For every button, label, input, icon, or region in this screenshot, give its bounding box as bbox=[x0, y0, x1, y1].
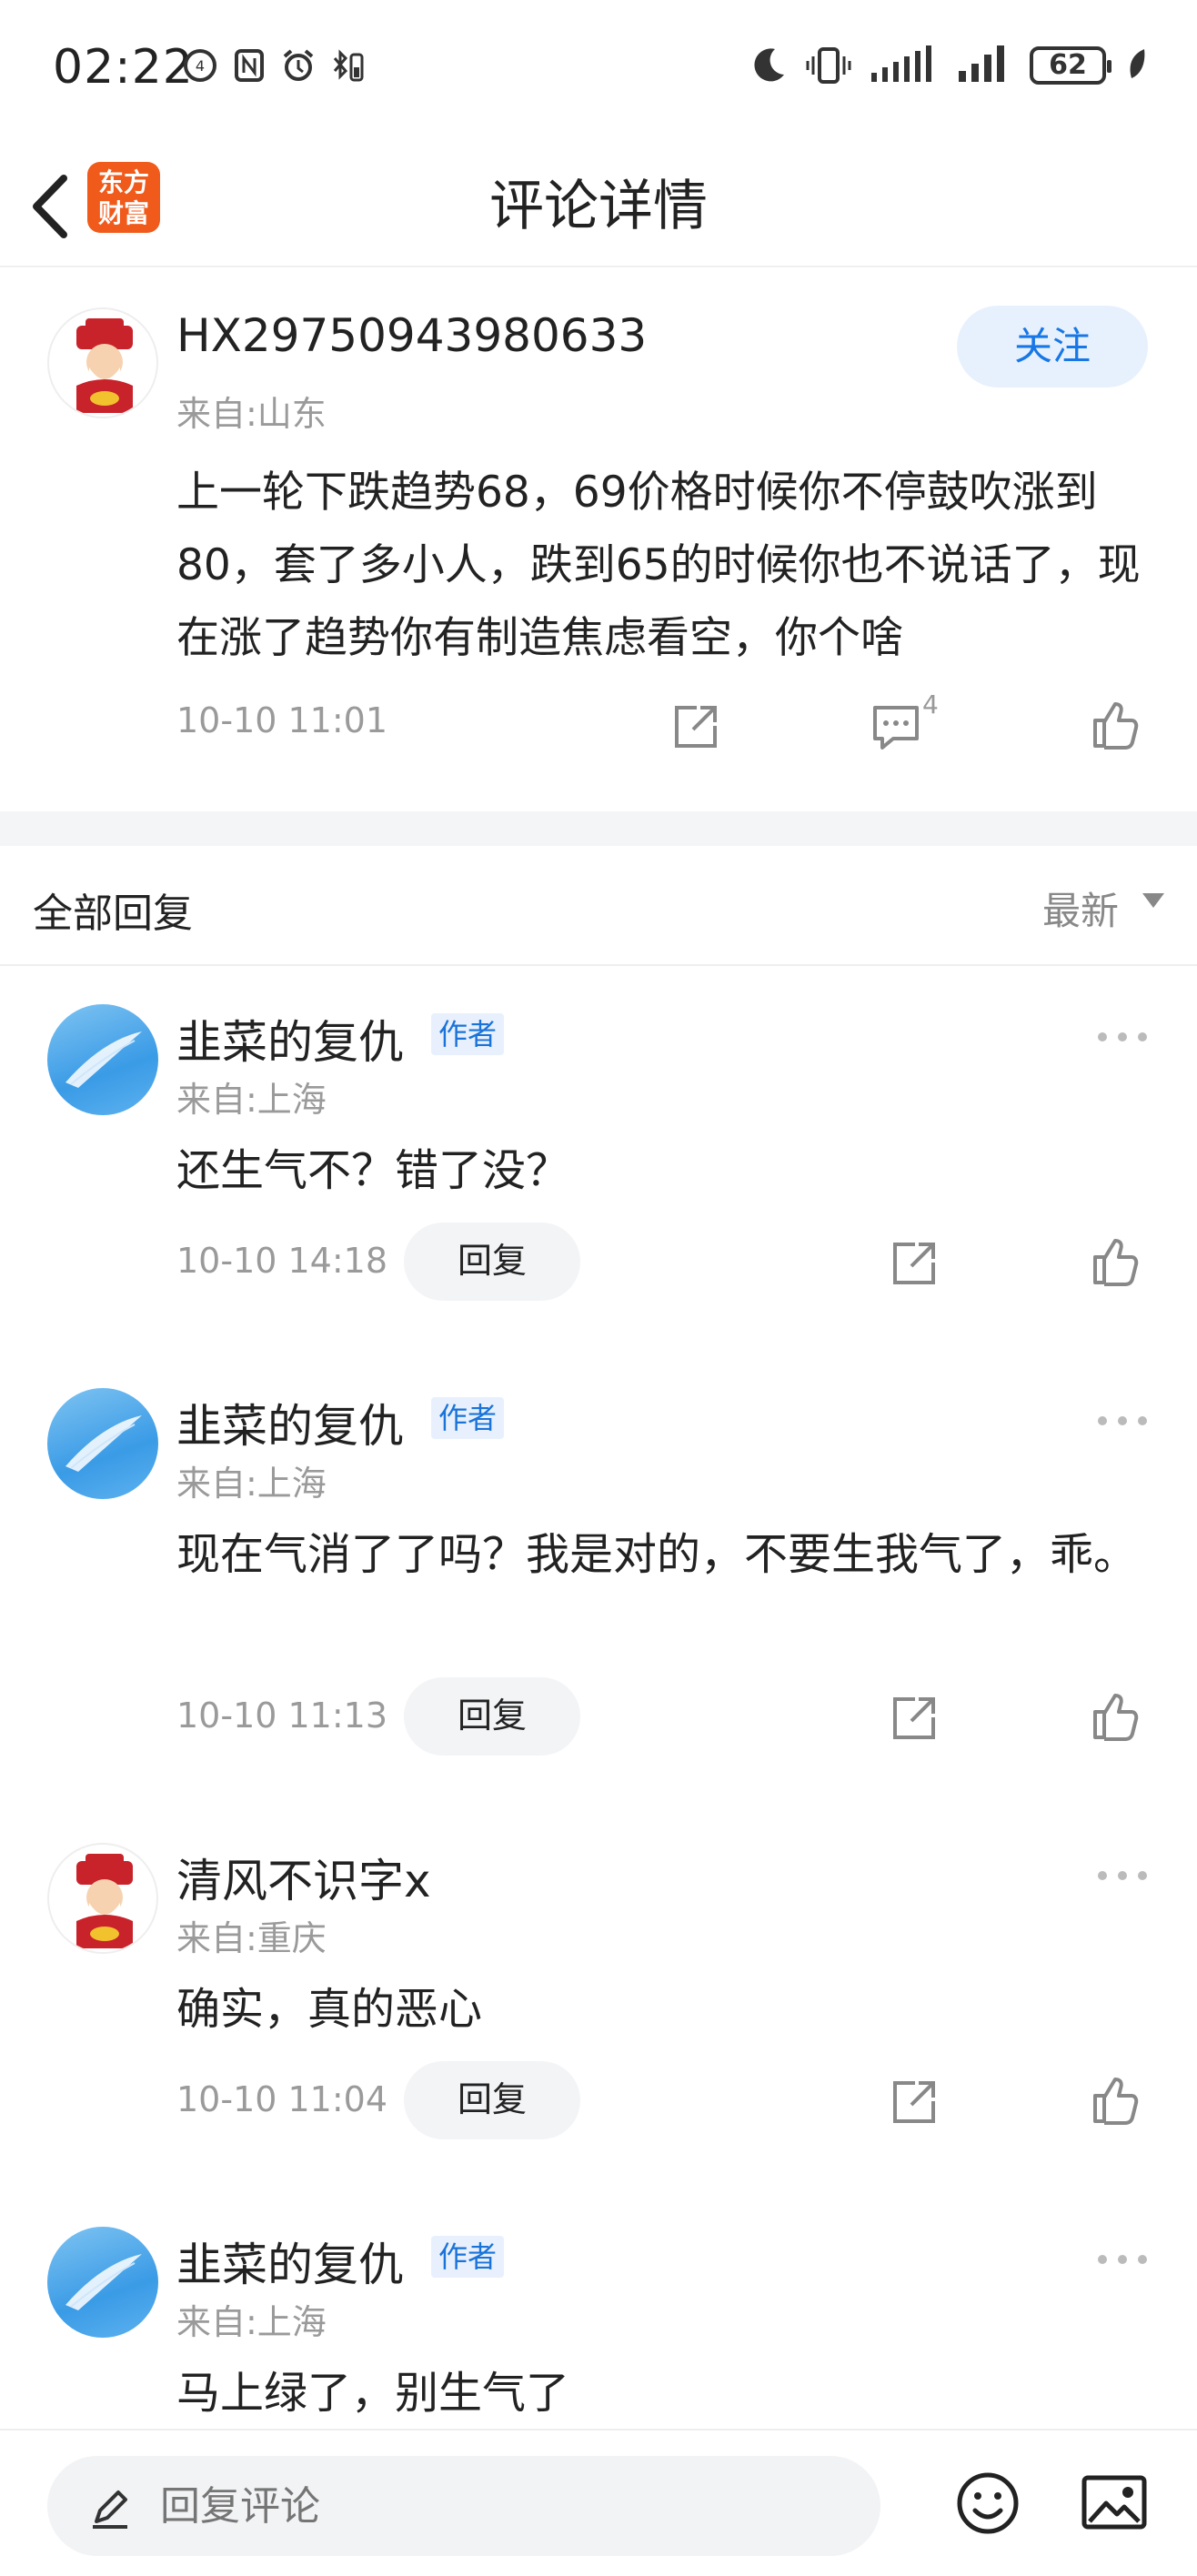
moon-icon bbox=[754, 48, 784, 82]
comment-icon[interactable] bbox=[870, 700, 922, 753]
bluetooth-battery-icon bbox=[333, 49, 364, 82]
share-icon[interactable] bbox=[888, 2076, 940, 2128]
follow-button[interactable]: 关注 bbox=[957, 306, 1148, 387]
reply-text: 还生气不？错了没？ bbox=[176, 1145, 570, 1196]
username[interactable]: 韭菜的复仇 bbox=[176, 1390, 404, 1455]
like-icon[interactable] bbox=[1090, 699, 1142, 751]
god-of-wealth-avatar-icon bbox=[76, 1854, 133, 1948]
reply-comment-input[interactable] bbox=[47, 2456, 880, 2556]
status-icons-left: 4 bbox=[182, 47, 366, 84]
reply-time: 10-10 11:04 bbox=[176, 2079, 388, 2119]
leaf-icon bbox=[1130, 49, 1145, 78]
author-badge: 作者 bbox=[431, 2236, 505, 2278]
original-comment: HX29750943980633 来自:山东 关注 上一轮下跌趋势68，69价格… bbox=[0, 269, 1197, 813]
comment-text: 上一轮下跌趋势68，69价格时候你不停鼓吹涨到80，套了多小人，跌到65的时候你… bbox=[176, 468, 1141, 663]
more-icon[interactable] bbox=[1095, 1867, 1150, 1885]
vibrate-icon bbox=[806, 47, 851, 84]
reply-item: 韭菜的复仇 作者 来自:上海 还生气不？错了没？ 10-10 14:18 回复 bbox=[0, 966, 1197, 1348]
author-badge: 作者 bbox=[431, 1397, 505, 1439]
comment-count: 4 bbox=[922, 689, 939, 719]
signal-icon-2 bbox=[959, 45, 1004, 82]
username[interactable]: 韭菜的复仇 bbox=[176, 1006, 404, 1072]
feather-sky-avatar-icon bbox=[65, 1415, 142, 1472]
more-icon[interactable] bbox=[1095, 1412, 1150, 1430]
feather-sky-avatar-icon bbox=[65, 2254, 142, 2310]
signal-icon-1 bbox=[871, 45, 931, 82]
caret-down-icon[interactable] bbox=[1142, 893, 1164, 908]
reply-item: 韭菜的复仇 作者 来自:上海 现在气消了了吗？我是对的，不要生我气了，乖。 10… bbox=[0, 1350, 1197, 1805]
reply-button[interactable]: 回复 bbox=[404, 1677, 580, 1756]
pencil-icon bbox=[93, 2490, 127, 2529]
share-icon[interactable] bbox=[669, 700, 722, 753]
avatar[interactable] bbox=[47, 1388, 158, 1499]
reply-text: 确实，真的恶心 bbox=[176, 1984, 483, 2035]
reply-time: 10-10 14:18 bbox=[176, 1241, 388, 1281]
avatar[interactable] bbox=[47, 307, 158, 418]
location: 来自:上海 bbox=[176, 2302, 327, 2342]
comment-time: 10-10 11:01 bbox=[176, 700, 388, 740]
location: 来自:山东 bbox=[176, 394, 327, 434]
reply-item: 清风不识字x 来自:重庆 确实，真的恶心 10-10 11:04 回复 bbox=[0, 1805, 1197, 2189]
replies-header: 全部回复 最新 bbox=[0, 846, 1197, 966]
section-divider bbox=[0, 811, 1197, 846]
like-icon[interactable] bbox=[1090, 2074, 1142, 2127]
author-badge: 作者 bbox=[431, 1013, 505, 1055]
reply-time: 10-10 11:13 bbox=[176, 1696, 388, 1736]
location: 来自:重庆 bbox=[176, 1918, 327, 1958]
status-icons-right: 62 bbox=[751, 45, 1150, 86]
like-icon[interactable] bbox=[1090, 1690, 1142, 1743]
alarm-icon bbox=[283, 49, 314, 81]
page-title: 评论详情 bbox=[489, 175, 708, 238]
avatar[interactable] bbox=[47, 1843, 158, 1954]
svg-text:4: 4 bbox=[196, 57, 205, 75]
username[interactable]: 韭菜的复仇 bbox=[176, 2229, 404, 2294]
nfc-icon bbox=[235, 49, 264, 82]
location: 来自:上海 bbox=[176, 1464, 327, 1504]
share-icon[interactable] bbox=[888, 1237, 940, 1290]
reply-button[interactable]: 回复 bbox=[404, 2061, 580, 2139]
sort-dropdown[interactable]: 最新 bbox=[1042, 880, 1119, 936]
god-of-wealth-avatar-icon bbox=[76, 318, 133, 413]
reply-button[interactable]: 回复 bbox=[404, 1223, 580, 1301]
reply-text: 现在气消了了吗？我是对的，不要生我气了，乖。 bbox=[176, 1529, 1138, 1580]
feather-sky-avatar-icon bbox=[65, 1031, 142, 1088]
image-icon[interactable] bbox=[1081, 2474, 1148, 2531]
avatar[interactable] bbox=[47, 1004, 158, 1115]
status-bar: 02:22 4 62 bbox=[0, 0, 1197, 146]
battery-indicator: 62 bbox=[1030, 46, 1112, 85]
replies-title: 全部回复 bbox=[33, 891, 193, 937]
avatar[interactable] bbox=[47, 2227, 158, 2338]
hd-icon: 4 bbox=[184, 49, 216, 82]
status-time: 02:22 bbox=[53, 40, 194, 95]
emoji-icon[interactable] bbox=[955, 2470, 1021, 2536]
username[interactable]: HX29750943980633 bbox=[176, 309, 647, 362]
reply-text: 马上绿了，别生气了 bbox=[176, 2368, 570, 2419]
more-icon[interactable] bbox=[1095, 2250, 1150, 2269]
like-icon[interactable] bbox=[1090, 1235, 1142, 1288]
location: 来自:上海 bbox=[176, 1080, 327, 1120]
share-icon[interactable] bbox=[888, 1692, 940, 1745]
reply-item: 韭菜的复仇 作者 来自:上海 马上绿了，别生气了 bbox=[0, 2189, 1197, 2429]
more-icon[interactable] bbox=[1095, 1028, 1150, 1046]
username[interactable]: 清风不识字x bbox=[176, 1845, 431, 1910]
bottom-bar bbox=[0, 2429, 1197, 2576]
